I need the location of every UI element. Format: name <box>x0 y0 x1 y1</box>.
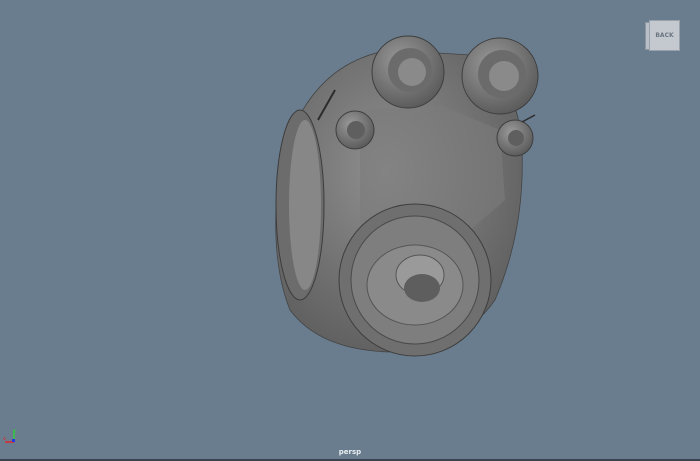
viewcube-face-back[interactable]: BACK <box>649 20 680 51</box>
3d-viewport[interactable]: BACK x y persp <box>0 0 700 461</box>
3d-model-mesh[interactable] <box>0 0 700 461</box>
axis-y-label: y <box>13 428 16 434</box>
axis-gizmo-icon: x y <box>3 428 16 443</box>
axis-x-label: x <box>3 436 6 442</box>
camera-label: persp <box>338 448 362 456</box>
viewcube[interactable]: BACK <box>645 20 680 51</box>
